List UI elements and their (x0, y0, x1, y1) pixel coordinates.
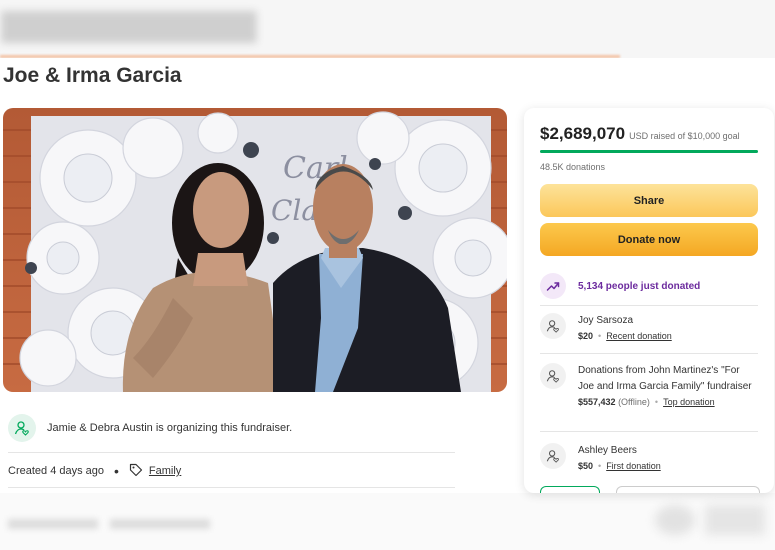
donor-tag-link[interactable]: Recent donation (606, 331, 672, 341)
blurred-footer-block (705, 505, 765, 535)
donor-amount: $20 (578, 331, 594, 341)
progress-bar (540, 150, 758, 153)
goal-text: USD raised of $10,000 goal (629, 131, 740, 141)
category-link[interactable]: Family (149, 465, 181, 477)
donor-tag-link[interactable]: First donation (606, 461, 661, 471)
trending-row: 5,134 people just donated (540, 267, 758, 306)
meta-separator: • (114, 463, 119, 479)
page-title: Joe & Irma Garcia (3, 64, 182, 87)
blurred-footer (0, 493, 775, 550)
donor-amount: $50 (578, 461, 594, 471)
trending-up-icon (540, 273, 566, 299)
donor-tag-link[interactable]: Top donation (663, 397, 715, 407)
donor-heart-icon (540, 443, 566, 469)
donor-name: Ashley Beers (578, 445, 637, 456)
donor-item: Ashley Beers $50 • First donation (540, 443, 758, 481)
donor-name: Joy Sarsoza (578, 315, 634, 326)
organizer-text: Jamie & Debra Austin is organizing this … (47, 422, 293, 434)
donor-item: Donations from John Martinez's "For Joe … (540, 363, 758, 432)
campaign-meta-row: Created 4 days ago • Family (8, 455, 455, 488)
donation-card: $2,689,070 USD raised of $10,000 goal 48… (524, 108, 774, 493)
amount-raised-row: $2,689,070 USD raised of $10,000 goal (540, 124, 740, 144)
meta-separator: • (598, 461, 602, 471)
donate-now-button[interactable]: Donate now (540, 223, 758, 256)
amount-raised: $2,689,070 (540, 124, 626, 143)
donor-amount: $557,432 (578, 397, 616, 407)
blurred-header: ▇▇▇▇▇▇▇▇▇▇▇ (0, 0, 775, 58)
donor-heart-icon (540, 363, 566, 389)
blurred-footer-block (110, 519, 210, 529)
donor-note: (Offline) (618, 397, 650, 407)
see-all-button-partial[interactable] (540, 486, 600, 493)
donor-name: Donations from John Martinez's "For Joe … (578, 365, 752, 392)
meta-separator: • (654, 397, 659, 407)
organizer-row: Jamie & Debra Austin is organizing this … (8, 408, 455, 453)
campaign-photo[interactable]: Carl Cla (3, 108, 507, 392)
organizer-heart-icon (8, 414, 36, 442)
blurred-footer-block (655, 505, 695, 535)
progress-bar-fill (540, 150, 758, 153)
svg-text:Cla: Cla (271, 194, 318, 227)
trending-text: 5,134 people just donated (578, 280, 701, 292)
donation-count: 48.5K donations (540, 162, 606, 172)
donor-meta: $20 • Recent donation (578, 331, 672, 341)
meta-separator: • (598, 331, 602, 341)
donor-item: Joy Sarsoza $20 • Recent donation (540, 313, 758, 354)
created-date: Created 4 days ago (8, 465, 105, 477)
campaign-photo-image: Carl Cla (3, 108, 507, 392)
donor-heart-icon (540, 313, 566, 339)
share-button[interactable]: Share (540, 184, 758, 217)
see-top-button-partial[interactable] (616, 486, 760, 493)
donor-meta: $557,432 (Offline) • Top donation (578, 397, 758, 407)
tag-icon (129, 463, 143, 480)
blurred-header-line (0, 55, 620, 58)
donor-meta: $50 • First donation (578, 461, 661, 471)
blurred-footer-block (8, 519, 98, 529)
blurred-header-text: ▇▇▇▇▇▇▇▇▇▇▇ (2, 9, 256, 42)
